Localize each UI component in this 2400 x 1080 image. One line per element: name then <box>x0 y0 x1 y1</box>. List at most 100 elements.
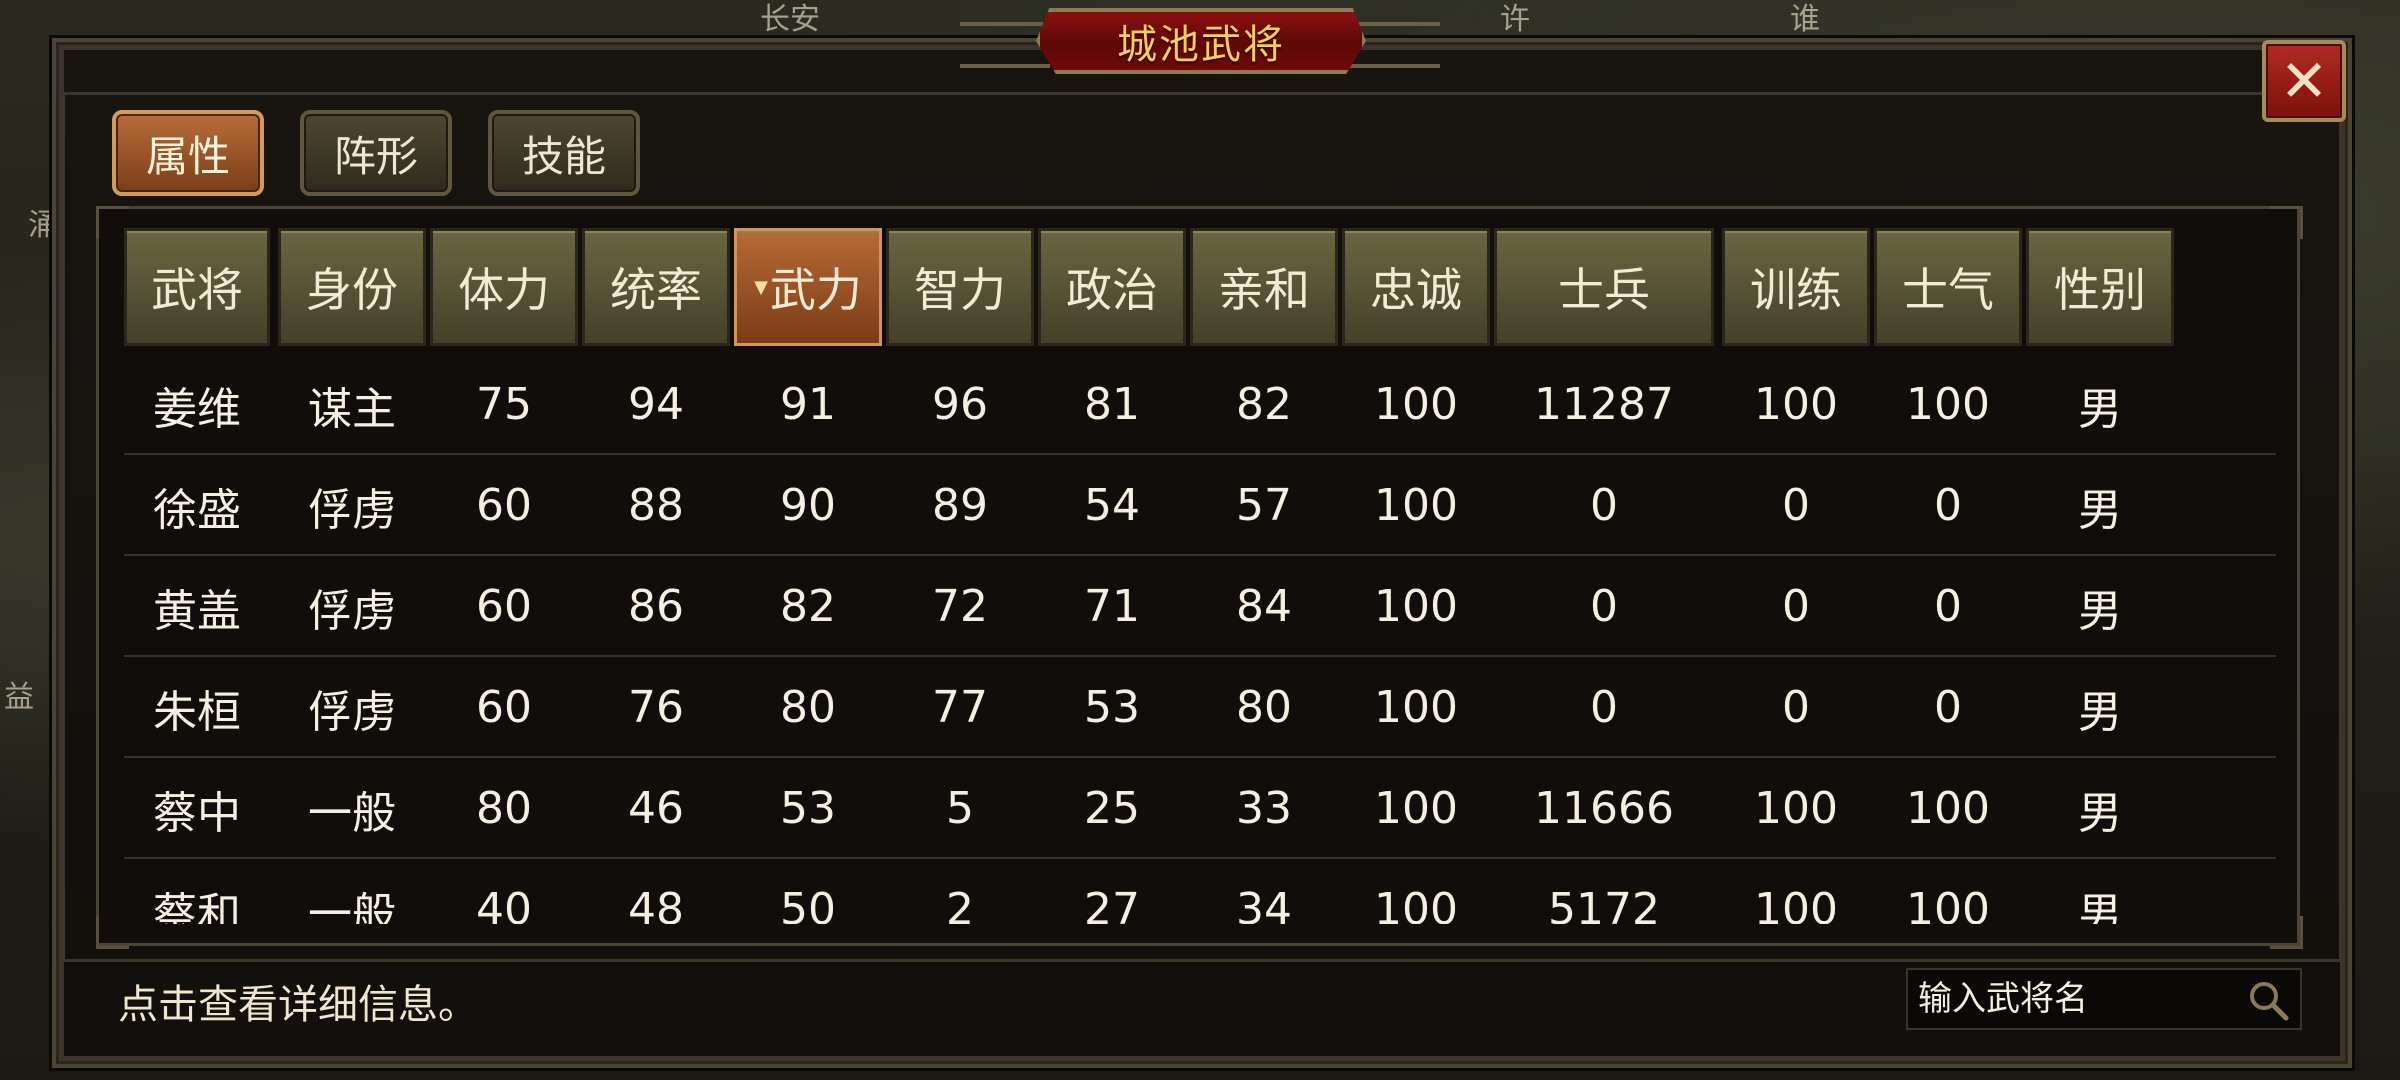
column-header[interactable]: 体力 <box>430 228 578 346</box>
table-cell: 60 <box>476 581 532 632</box>
table-cell: 54 <box>1084 480 1140 531</box>
map-label: 谁 <box>1790 2 1820 37</box>
table-cell: 蔡和 <box>153 888 241 925</box>
table-cell: 徐盛 <box>153 484 241 536</box>
table-cell: 0 <box>1590 682 1618 733</box>
table-cell: 25 <box>1084 783 1140 834</box>
title-ornament-left <box>960 22 1050 68</box>
close-button[interactable]: ✕ <box>2262 40 2346 122</box>
tab-formation[interactable]: 阵形 <box>300 110 452 196</box>
table-cell: 0 <box>1934 581 1962 632</box>
search-icon[interactable] <box>2244 976 2292 1024</box>
column-header-label: 训练 <box>1750 263 1842 317</box>
table-row[interactable]: 姜维 谋主 75 94 91 96 81 82 100 11287 100 100 男 <box>124 354 2276 455</box>
table-cell: 0 <box>1934 682 1962 733</box>
table-cell: 96 <box>932 379 988 430</box>
table-cell: 俘虏 <box>308 585 396 637</box>
column-header-label: 身份 <box>306 263 398 317</box>
table-row[interactable]: 蔡和 一般 40 48 50 2 27 34 100 5172 100 100 男 <box>124 859 2276 924</box>
column-header[interactable]: 训练 <box>1722 228 1870 346</box>
table-cell: 57 <box>1236 480 1292 531</box>
table-cell: 60 <box>476 682 532 733</box>
table-cell: 谋主 <box>308 383 396 435</box>
column-header-label: 统率 <box>610 263 702 317</box>
table-cell: 81 <box>1084 379 1140 430</box>
table-cell: 100 <box>1374 682 1458 733</box>
table-row[interactable]: 朱桓 俘虏 60 76 80 77 53 80 100 0 0 0 男 <box>124 657 2276 758</box>
table-cell: 5172 <box>1548 884 1660 924</box>
table-cell: 50 <box>780 884 836 924</box>
table-cell: 男 <box>2078 888 2122 925</box>
table-row[interactable]: 黄盖 俘虏 60 86 82 72 71 84 100 0 0 0 男 <box>124 556 2276 657</box>
column-header[interactable]: 士气 <box>1874 228 2022 346</box>
column-header-label: 武力 <box>769 263 862 317</box>
table-cell: 90 <box>780 480 836 531</box>
table-cell: 100 <box>1906 379 1990 430</box>
close-icon: ✕ <box>2279 47 2329 115</box>
column-header[interactable]: 智力 <box>886 228 1034 346</box>
table-cell: 72 <box>932 581 988 632</box>
general-search-input[interactable] <box>1908 978 2240 1020</box>
column-header-label: 体力 <box>458 263 550 317</box>
table-cell: 86 <box>628 581 684 632</box>
table-cell: 100 <box>1754 783 1838 834</box>
table-cell: 34 <box>1236 884 1292 924</box>
hint-text: 点击查看详细信息。 <box>118 982 478 1028</box>
column-header[interactable]: 武将 <box>124 228 270 346</box>
table-cell: 48 <box>628 884 684 924</box>
table-body[interactable]: 姜维 谋主 75 94 91 96 81 82 100 11287 100 100 男徐盛 俘虏 60 88 9… <box>124 354 2276 924</box>
table-cell: 100 <box>1906 884 1990 924</box>
table-cell: 84 <box>1236 581 1292 632</box>
column-header[interactable]: 士兵 <box>1494 228 1714 346</box>
column-header[interactable]: 统率 <box>582 228 730 346</box>
window-title-plate: 城池武将 <box>1036 8 1366 74</box>
table-cell: 2 <box>946 884 974 924</box>
table-cell: 89 <box>932 480 988 531</box>
column-header[interactable]: 亲和 <box>1190 228 1338 346</box>
table-cell: 朱桓 <box>153 686 241 738</box>
column-header-label: 性别 <box>2054 263 2146 317</box>
table-cell: 100 <box>1906 783 1990 834</box>
table-cell: 0 <box>1782 581 1810 632</box>
table-cell: 53 <box>1084 682 1140 733</box>
table-header: 武将 身份 体力 统率 ▼ 武力 智力 政治 亲和 忠诚 士兵 训练 士气 性别 <box>124 228 2276 348</box>
map-label: 长安 <box>760 2 820 37</box>
column-header[interactable]: 性别 <box>2026 228 2174 346</box>
table-cell: 俘虏 <box>308 686 396 738</box>
table-cell: 71 <box>1084 581 1140 632</box>
table-row[interactable]: 蔡中 一般 80 46 53 5 25 33 100 11666 100 100 男 <box>124 758 2276 859</box>
table-cell: 80 <box>476 783 532 834</box>
table-cell: 53 <box>780 783 836 834</box>
table-cell: 姜维 <box>153 383 241 435</box>
table-cell: 100 <box>1374 581 1458 632</box>
table-cell: 76 <box>628 682 684 733</box>
table-cell: 男 <box>2078 686 2122 738</box>
general-search-box[interactable] <box>1906 968 2302 1030</box>
table-cell: 一般 <box>308 888 396 925</box>
table-cell: 40 <box>476 884 532 924</box>
table-row[interactable]: 徐盛 俘虏 60 88 90 89 54 57 100 0 0 0 男 <box>124 455 2276 556</box>
tab-label: 属性 <box>145 131 230 181</box>
table-cell: 男 <box>2078 484 2122 536</box>
tab-attributes[interactable]: 属性 <box>112 110 264 196</box>
column-header[interactable]: 身份 <box>278 228 426 346</box>
table-cell: 88 <box>628 480 684 531</box>
table-cell: 75 <box>476 379 532 430</box>
tab-label: 阵形 <box>333 131 418 181</box>
column-header-label: 政治 <box>1066 263 1158 317</box>
column-header-label: 智力 <box>914 263 1006 317</box>
table-cell: 11287 <box>1534 379 1674 430</box>
table-cell: 82 <box>1236 379 1292 430</box>
table-cell: 一般 <box>308 787 396 839</box>
table-cell: 5 <box>946 783 974 834</box>
table-cell: 91 <box>780 379 836 430</box>
tab-skills[interactable]: 技能 <box>488 110 640 196</box>
sort-arrow-icon: ▼ <box>754 276 768 298</box>
table-cell: 俘虏 <box>308 484 396 536</box>
column-header[interactable]: ▼ 武力 <box>734 228 882 346</box>
column-header[interactable]: 忠诚 <box>1342 228 1490 346</box>
tab-label: 技能 <box>521 131 606 181</box>
column-header[interactable]: 政治 <box>1038 228 1186 346</box>
table-cell: 男 <box>2078 787 2122 839</box>
table-cell: 100 <box>1374 884 1458 924</box>
